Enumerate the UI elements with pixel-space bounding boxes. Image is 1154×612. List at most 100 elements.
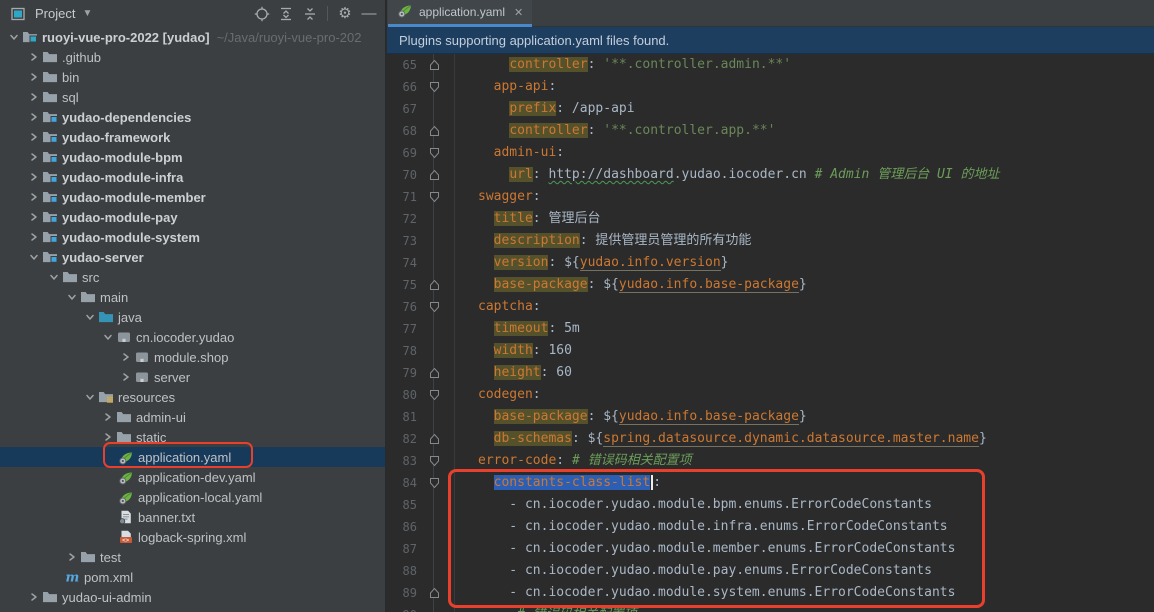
fold-end-icon[interactable] — [428, 274, 440, 296]
tree-row-yudao-module-system[interactable]: yudao-module-system — [0, 227, 385, 247]
tree-row-banner-txt[interactable]: banner.txt — [0, 507, 385, 527]
code-line-68[interactable]: 68 controller: '**.controller.app.**' — [387, 120, 1154, 142]
settings-icon[interactable]: ⚙ — [335, 4, 355, 24]
fold-start-icon[interactable] — [428, 296, 440, 318]
tree-row-partial[interactable] — [0, 607, 385, 612]
locate-icon[interactable] — [252, 4, 272, 24]
project-panel-title[interactable]: Project — [35, 6, 75, 21]
code-line-76[interactable]: 76captcha: — [387, 296, 1154, 318]
chevron-down-icon[interactable] — [26, 252, 42, 262]
tree-row-yudao-framework[interactable]: yudao-framework — [0, 127, 385, 147]
chevron-down-icon[interactable] — [100, 332, 116, 342]
code-line-80[interactable]: 80codegen: — [387, 384, 1154, 406]
tree-row-yudao-ui-admin[interactable]: yudao-ui-admin — [0, 587, 385, 607]
tree-row-resources[interactable]: resources — [0, 387, 385, 407]
chevron-right-icon[interactable] — [26, 152, 42, 162]
fold-end-icon[interactable] — [428, 120, 440, 142]
fold-start-icon[interactable] — [428, 142, 440, 164]
fold-start-icon[interactable] — [428, 76, 440, 98]
chevron-right-icon[interactable] — [26, 592, 42, 602]
tree-row-logback-spring-xml[interactable]: <>logback-spring.xml — [0, 527, 385, 547]
code-line-89[interactable]: 89 - cn.iocoder.yudao.module.system.enum… — [387, 582, 1154, 604]
hide-panel-icon[interactable]: — — [359, 4, 379, 24]
tree-row-test[interactable]: test — [0, 547, 385, 567]
expand-all-icon[interactable] — [276, 4, 296, 24]
tree-row-cn-iocoder-yudao[interactable]: cn.iocoder.yudao — [0, 327, 385, 347]
chevron-down-icon[interactable] — [46, 272, 62, 282]
fold-end-icon[interactable] — [428, 54, 440, 76]
tree-row-yudao-server[interactable]: yudao-server — [0, 247, 385, 267]
chevron-down-icon[interactable] — [82, 392, 98, 402]
chevron-right-icon[interactable] — [118, 352, 134, 362]
tree-row-yudao-module-infra[interactable]: yudao-module-infra — [0, 167, 385, 187]
tree-row-ruoyi-vue-pro-2022-yudao[interactable]: ruoyi-vue-pro-2022 [yudao]~/Java/ruoyi-v… — [0, 27, 385, 47]
chevron-down-icon[interactable] — [64, 292, 80, 302]
tree-row-bin[interactable]: bin — [0, 67, 385, 87]
fold-end-icon[interactable] — [428, 582, 440, 604]
tree-row-application-local-yaml[interactable]: application-local.yaml — [0, 487, 385, 507]
tree-row-yudao-module-bpm[interactable]: yudao-module-bpm — [0, 147, 385, 167]
chevron-right-icon[interactable] — [26, 192, 42, 202]
tree-row-module-shop[interactable]: module.shop — [0, 347, 385, 367]
chevron-right-icon[interactable] — [118, 372, 134, 382]
tree-row-src[interactable]: src — [0, 267, 385, 287]
code-line-83[interactable]: 83error-code: # 错误码相关配置项 — [387, 450, 1154, 472]
chevron-right-icon[interactable] — [26, 112, 42, 122]
tree-row-yudao-module-pay[interactable]: yudao-module-pay — [0, 207, 385, 227]
tree-row-main[interactable]: main — [0, 287, 385, 307]
code-line-69[interactable]: 69 admin-ui: — [387, 142, 1154, 164]
chevron-down-icon[interactable] — [82, 312, 98, 322]
fold-start-icon[interactable] — [428, 450, 440, 472]
chevron-right-icon[interactable] — [26, 52, 42, 62]
tree-row-github[interactable]: .github — [0, 47, 385, 67]
close-icon[interactable]: ✕ — [514, 6, 523, 19]
tree-row-yudao-module-member[interactable]: yudao-module-member — [0, 187, 385, 207]
code-line-73[interactable]: 73 description: 提供管理员管理的所有功能 — [387, 230, 1154, 252]
code-line-81[interactable]: 81 base-package: ${yudao.info.base-packa… — [387, 406, 1154, 428]
code-line-70[interactable]: 70 url: http://dashboard.yudao.iocoder.c… — [387, 164, 1154, 186]
chevron-right-icon[interactable] — [100, 432, 116, 442]
chevron-right-icon[interactable] — [26, 232, 42, 242]
code-line-67[interactable]: 67 prefix: /app-api — [387, 98, 1154, 120]
tree-row-admin-ui[interactable]: admin-ui — [0, 407, 385, 427]
tree-row-application-dev-yaml[interactable]: application-dev.yaml — [0, 467, 385, 487]
chevron-right-icon[interactable] — [64, 552, 80, 562]
chevron-down-icon[interactable]: ▼ — [82, 8, 92, 19]
fold-end-icon[interactable] — [428, 362, 440, 384]
tree-row-sql[interactable]: sql — [0, 87, 385, 107]
chevron-right-icon[interactable] — [26, 72, 42, 82]
tree-row-pom-xml[interactable]: mpom.xml — [0, 567, 385, 587]
chevron-right-icon[interactable] — [26, 212, 42, 222]
tree-row-yudao-dependencies[interactable]: yudao-dependencies — [0, 107, 385, 127]
code-line-90[interactable]: 90 # 错误码相关配置项 — [387, 604, 1154, 612]
code-line-72[interactable]: 72 title: 管理后台 — [387, 208, 1154, 230]
code-line-82[interactable]: 82 db-schemas: ${spring.datasource.dynam… — [387, 428, 1154, 450]
fold-start-icon[interactable] — [428, 384, 440, 406]
code-line-84[interactable]: 84 constants-class-list: — [387, 472, 1154, 494]
tab-application-yaml[interactable]: application.yaml ✕ — [388, 0, 532, 27]
code-line-71[interactable]: 71swagger: — [387, 186, 1154, 208]
code-line-85[interactable]: 85 - cn.iocoder.yudao.module.bpm.enums.E… — [387, 494, 1154, 516]
code-line-75[interactable]: 75 base-package: ${yudao.info.base-packa… — [387, 274, 1154, 296]
fold-start-icon[interactable] — [428, 186, 440, 208]
code-line-86[interactable]: 86 - cn.iocoder.yudao.module.infra.enums… — [387, 516, 1154, 538]
code-line-74[interactable]: 74 version: ${yudao.info.version} — [387, 252, 1154, 274]
tree-row-static[interactable]: static — [0, 427, 385, 447]
code-line-79[interactable]: 79 height: 60 — [387, 362, 1154, 384]
chevron-down-icon[interactable] — [6, 32, 22, 42]
collapse-all-icon[interactable] — [300, 4, 320, 24]
fold-end-icon[interactable] — [428, 164, 440, 186]
tree-row-server[interactable]: server — [0, 367, 385, 387]
code-line-87[interactable]: 87 - cn.iocoder.yudao.module.member.enum… — [387, 538, 1154, 560]
chevron-right-icon[interactable] — [26, 92, 42, 102]
code-line-65[interactable]: 65 controller: '**.controller.admin.**' — [387, 54, 1154, 76]
chevron-right-icon[interactable] — [26, 172, 42, 182]
tree-row-application-yaml[interactable]: application.yaml — [0, 447, 385, 467]
code-line-78[interactable]: 78 width: 160 — [387, 340, 1154, 362]
tree-row-java[interactable]: java — [0, 307, 385, 327]
fold-start-icon[interactable] — [428, 472, 440, 494]
code-editor[interactable]: 65 controller: '**.controller.admin.**' 6… — [387, 54, 1154, 612]
code-line-88[interactable]: 88 - cn.iocoder.yudao.module.pay.enums.E… — [387, 560, 1154, 582]
code-line-77[interactable]: 77 timeout: 5m — [387, 318, 1154, 340]
fold-end-icon[interactable] — [428, 428, 440, 450]
